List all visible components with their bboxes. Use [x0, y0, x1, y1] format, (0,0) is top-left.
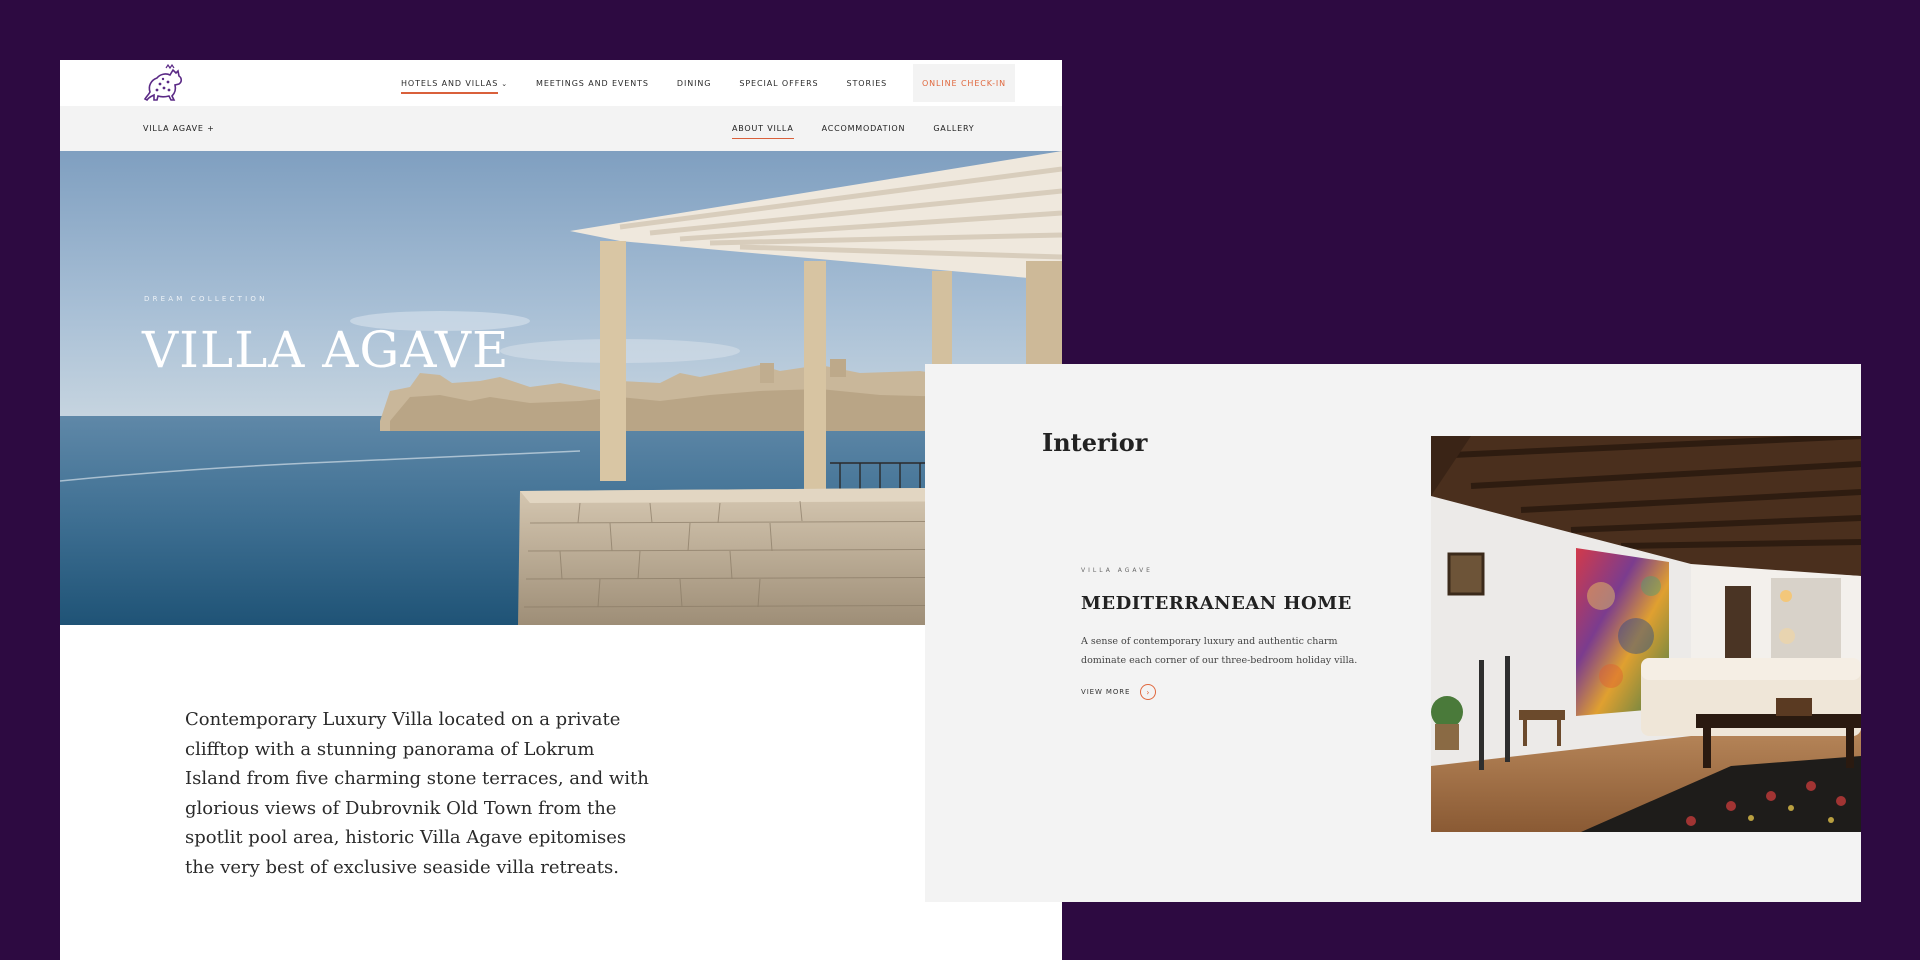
subnav-accommodation[interactable]: ACCOMMODATION: [822, 124, 906, 133]
leopard-logo-icon[interactable]: [142, 64, 186, 102]
view-more-label: VIEW MORE: [1081, 688, 1131, 696]
interior-section: Interior VILLA AGAVE MEDITERRANEAN HOME …: [925, 364, 1861, 902]
view-more-link[interactable]: VIEW MORE ›: [1081, 684, 1157, 700]
interior-description: A sense of contemporary luxury and authe…: [1081, 636, 1358, 666]
nav-dining[interactable]: DINING: [677, 79, 711, 88]
sub-menu: ABOUT VILLA ACCOMMODATION GALLERY: [732, 106, 1003, 151]
nav-hotels-and-villas[interactable]: HOTELS AND VILLAS ⌄: [401, 79, 509, 94]
website-page: HOTELS AND VILLAS ⌄ MEETINGS AND EVENTS D…: [60, 60, 1062, 960]
subnav-about-villa[interactable]: ABOUT VILLA: [732, 124, 794, 139]
chevron-right-icon: ›: [1140, 684, 1157, 700]
hero-subtitle: DREAM COLLECTION: [144, 295, 268, 303]
interior-subtitle: VILLA AGAVE: [1081, 567, 1153, 574]
chevron-down-icon: ⌄: [501, 79, 509, 88]
hero-banner: DREAM COLLECTION VILLA AGAVE ›: [60, 151, 1062, 625]
subnav-gallery[interactable]: GALLERY: [933, 124, 974, 133]
villa-selector[interactable]: VILLA AGAVE +: [143, 106, 215, 151]
main-menu: HOTELS AND VILLAS ⌄ MEETINGS AND EVENTS D…: [401, 60, 966, 106]
nav-special-offers[interactable]: SPECIAL OFFERS: [739, 79, 818, 88]
online-check-in-button[interactable]: ONLINE CHECK-IN: [913, 64, 1015, 102]
nav-meetings-and-events[interactable]: MEETINGS AND EVENTS: [536, 79, 649, 88]
sub-navigation: VILLA AGAVE + ABOUT VILLA ACCOMMODATION …: [60, 106, 1062, 151]
interior-photo: [1431, 436, 1861, 832]
interior-title: MEDITERRANEAN HOME: [1081, 593, 1352, 614]
interior-heading: Interior: [1042, 428, 1148, 457]
intro-paragraph: Contemporary Luxury Villa located on a p…: [185, 709, 649, 878]
top-navigation: HOTELS AND VILLAS ⌄ MEETINGS AND EVENTS D…: [60, 60, 1062, 106]
hero-title: VILLA AGAVE: [142, 321, 510, 379]
nav-stories[interactable]: STORIES: [847, 79, 888, 88]
hero-photo: [60, 151, 1062, 625]
